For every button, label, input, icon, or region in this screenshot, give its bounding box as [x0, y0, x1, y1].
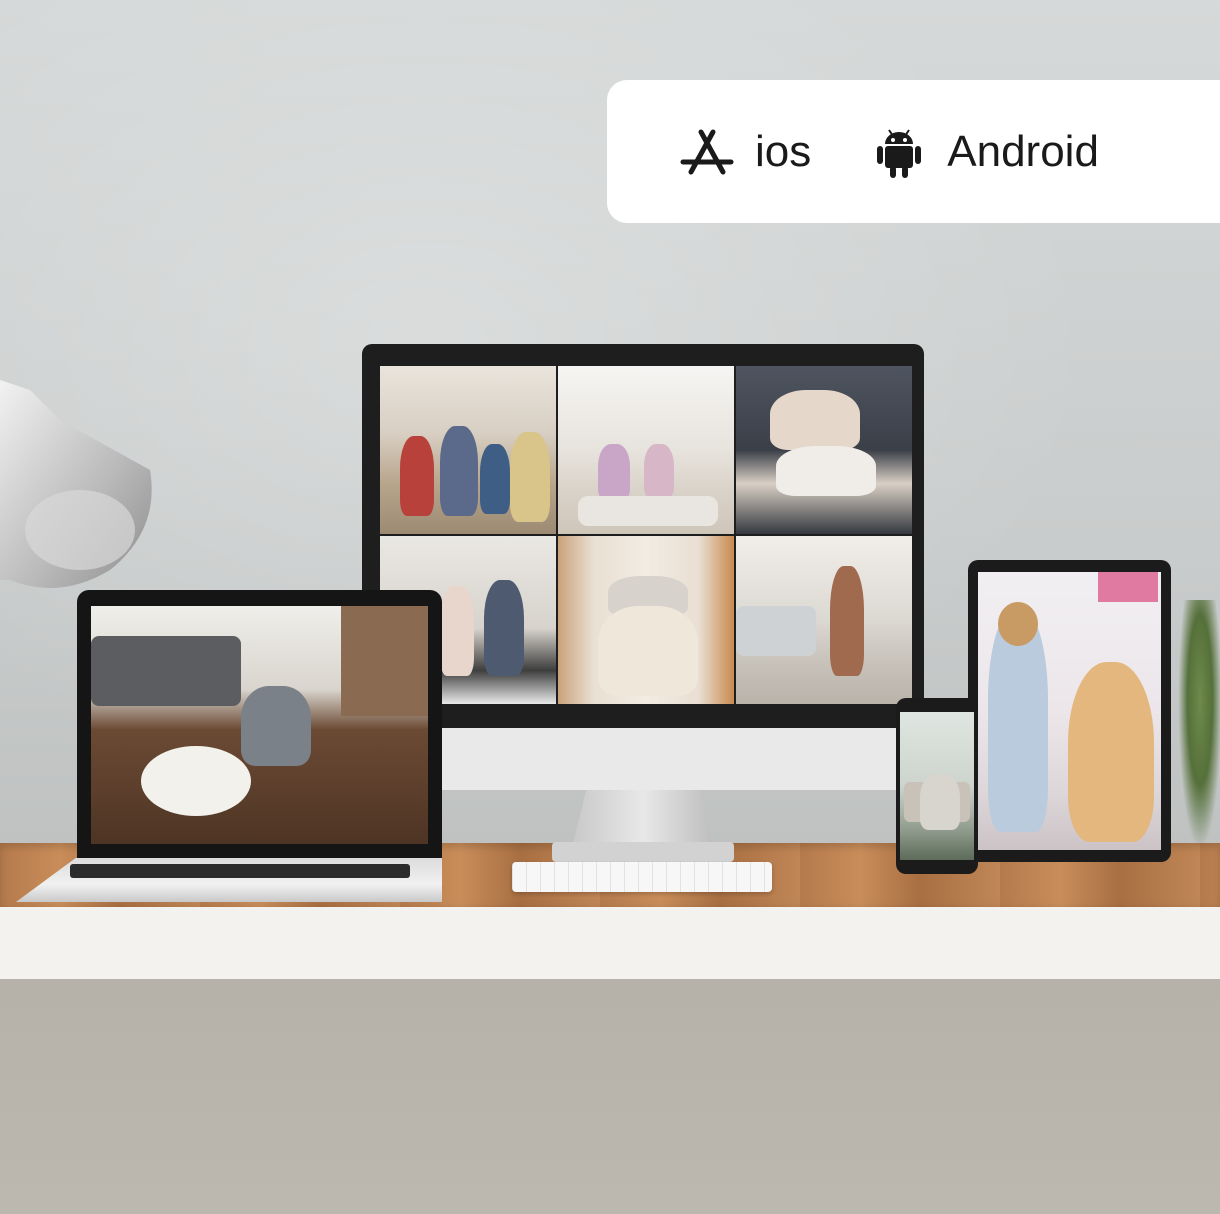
- monitor-base: [552, 842, 734, 862]
- camera-feed-baby-crib: [558, 536, 734, 704]
- product-scene: ios Android: [0, 0, 1220, 1214]
- tablet-camera-feed-girl-with-dog: [978, 572, 1161, 850]
- camera-grid: [380, 366, 912, 704]
- laptop-keyboard: [70, 864, 410, 878]
- ios-platform: ios: [679, 124, 811, 180]
- camera-feed-girls-playroom: [558, 366, 734, 534]
- platform-badge: ios Android: [607, 80, 1220, 223]
- camera-feed-family-living-room: [380, 366, 556, 534]
- phone-camera-feed-toddler: [900, 712, 974, 860]
- android-label: Android: [947, 126, 1099, 176]
- under-desk-area: [0, 979, 1220, 1214]
- camera-feed-toddler-walking: [736, 536, 912, 704]
- desk-front-edge: [0, 907, 1220, 979]
- laptop-camera-feed-child-with-dog: [91, 606, 428, 844]
- desktop-keyboard: [512, 862, 772, 892]
- android-platform: Android: [871, 124, 1099, 180]
- app-store-icon: [680, 129, 734, 174]
- ios-label: ios: [755, 126, 812, 176]
- potted-plant: [1178, 600, 1220, 850]
- monitor-stand: [572, 790, 714, 848]
- android-robot-icon: [877, 128, 922, 178]
- desk-lamp: [0, 380, 152, 588]
- camera-feed-bedroom: [736, 366, 912, 534]
- monitor-chin: [362, 728, 924, 790]
